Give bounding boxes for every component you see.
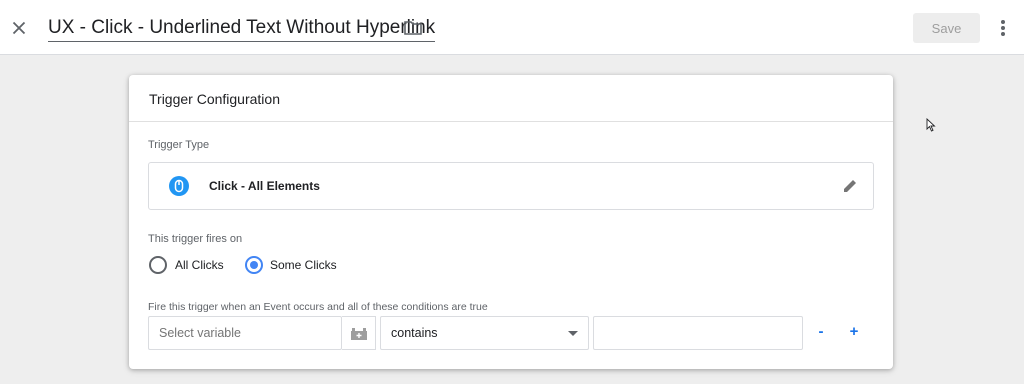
card-title: Trigger Configuration: [129, 75, 893, 122]
operator-value: contains: [391, 326, 438, 340]
radio-some-clicks-label[interactable]: Some Clicks: [270, 258, 337, 272]
mouse-cursor-icon: [926, 118, 936, 132]
variable-picker-button[interactable]: [342, 316, 376, 350]
close-icon[interactable]: [8, 17, 30, 39]
trigger-type-label: Trigger Type: [148, 139, 210, 151]
save-button[interactable]: Save: [913, 13, 980, 43]
folder-icon[interactable]: [403, 19, 423, 37]
condition-label: Fire this trigger when an Event occurs a…: [148, 301, 488, 313]
radio-all-clicks-label[interactable]: All Clicks: [175, 258, 224, 272]
select-variable-field[interactable]: Select variable: [148, 316, 342, 350]
pencil-icon[interactable]: [841, 177, 859, 195]
variable-picker-icon: [351, 328, 367, 340]
trigger-configuration-card: Trigger Configuration Trigger Type Click…: [129, 75, 893, 369]
radio-some-clicks[interactable]: [245, 256, 263, 274]
trigger-type-value: Click - All Elements: [209, 179, 320, 193]
fires-on-label: This trigger fires on: [148, 233, 243, 245]
radio-all-clicks[interactable]: [149, 256, 167, 274]
trigger-type-selector[interactable]: Click - All Elements: [148, 162, 874, 210]
mouse-click-icon: [169, 176, 189, 196]
top-bar: UX - Click - Underlined Text Without Hyp…: [0, 0, 1024, 55]
tag-title[interactable]: UX - Click - Underlined Text Without Hyp…: [48, 17, 436, 42]
add-condition-button[interactable]: +: [846, 324, 862, 340]
operator-select[interactable]: contains: [380, 316, 589, 350]
chevron-down-icon: [568, 331, 578, 336]
remove-condition-button[interactable]: -: [813, 324, 829, 340]
more-vert-icon[interactable]: [995, 18, 1011, 38]
condition-value-input[interactable]: [593, 316, 803, 350]
